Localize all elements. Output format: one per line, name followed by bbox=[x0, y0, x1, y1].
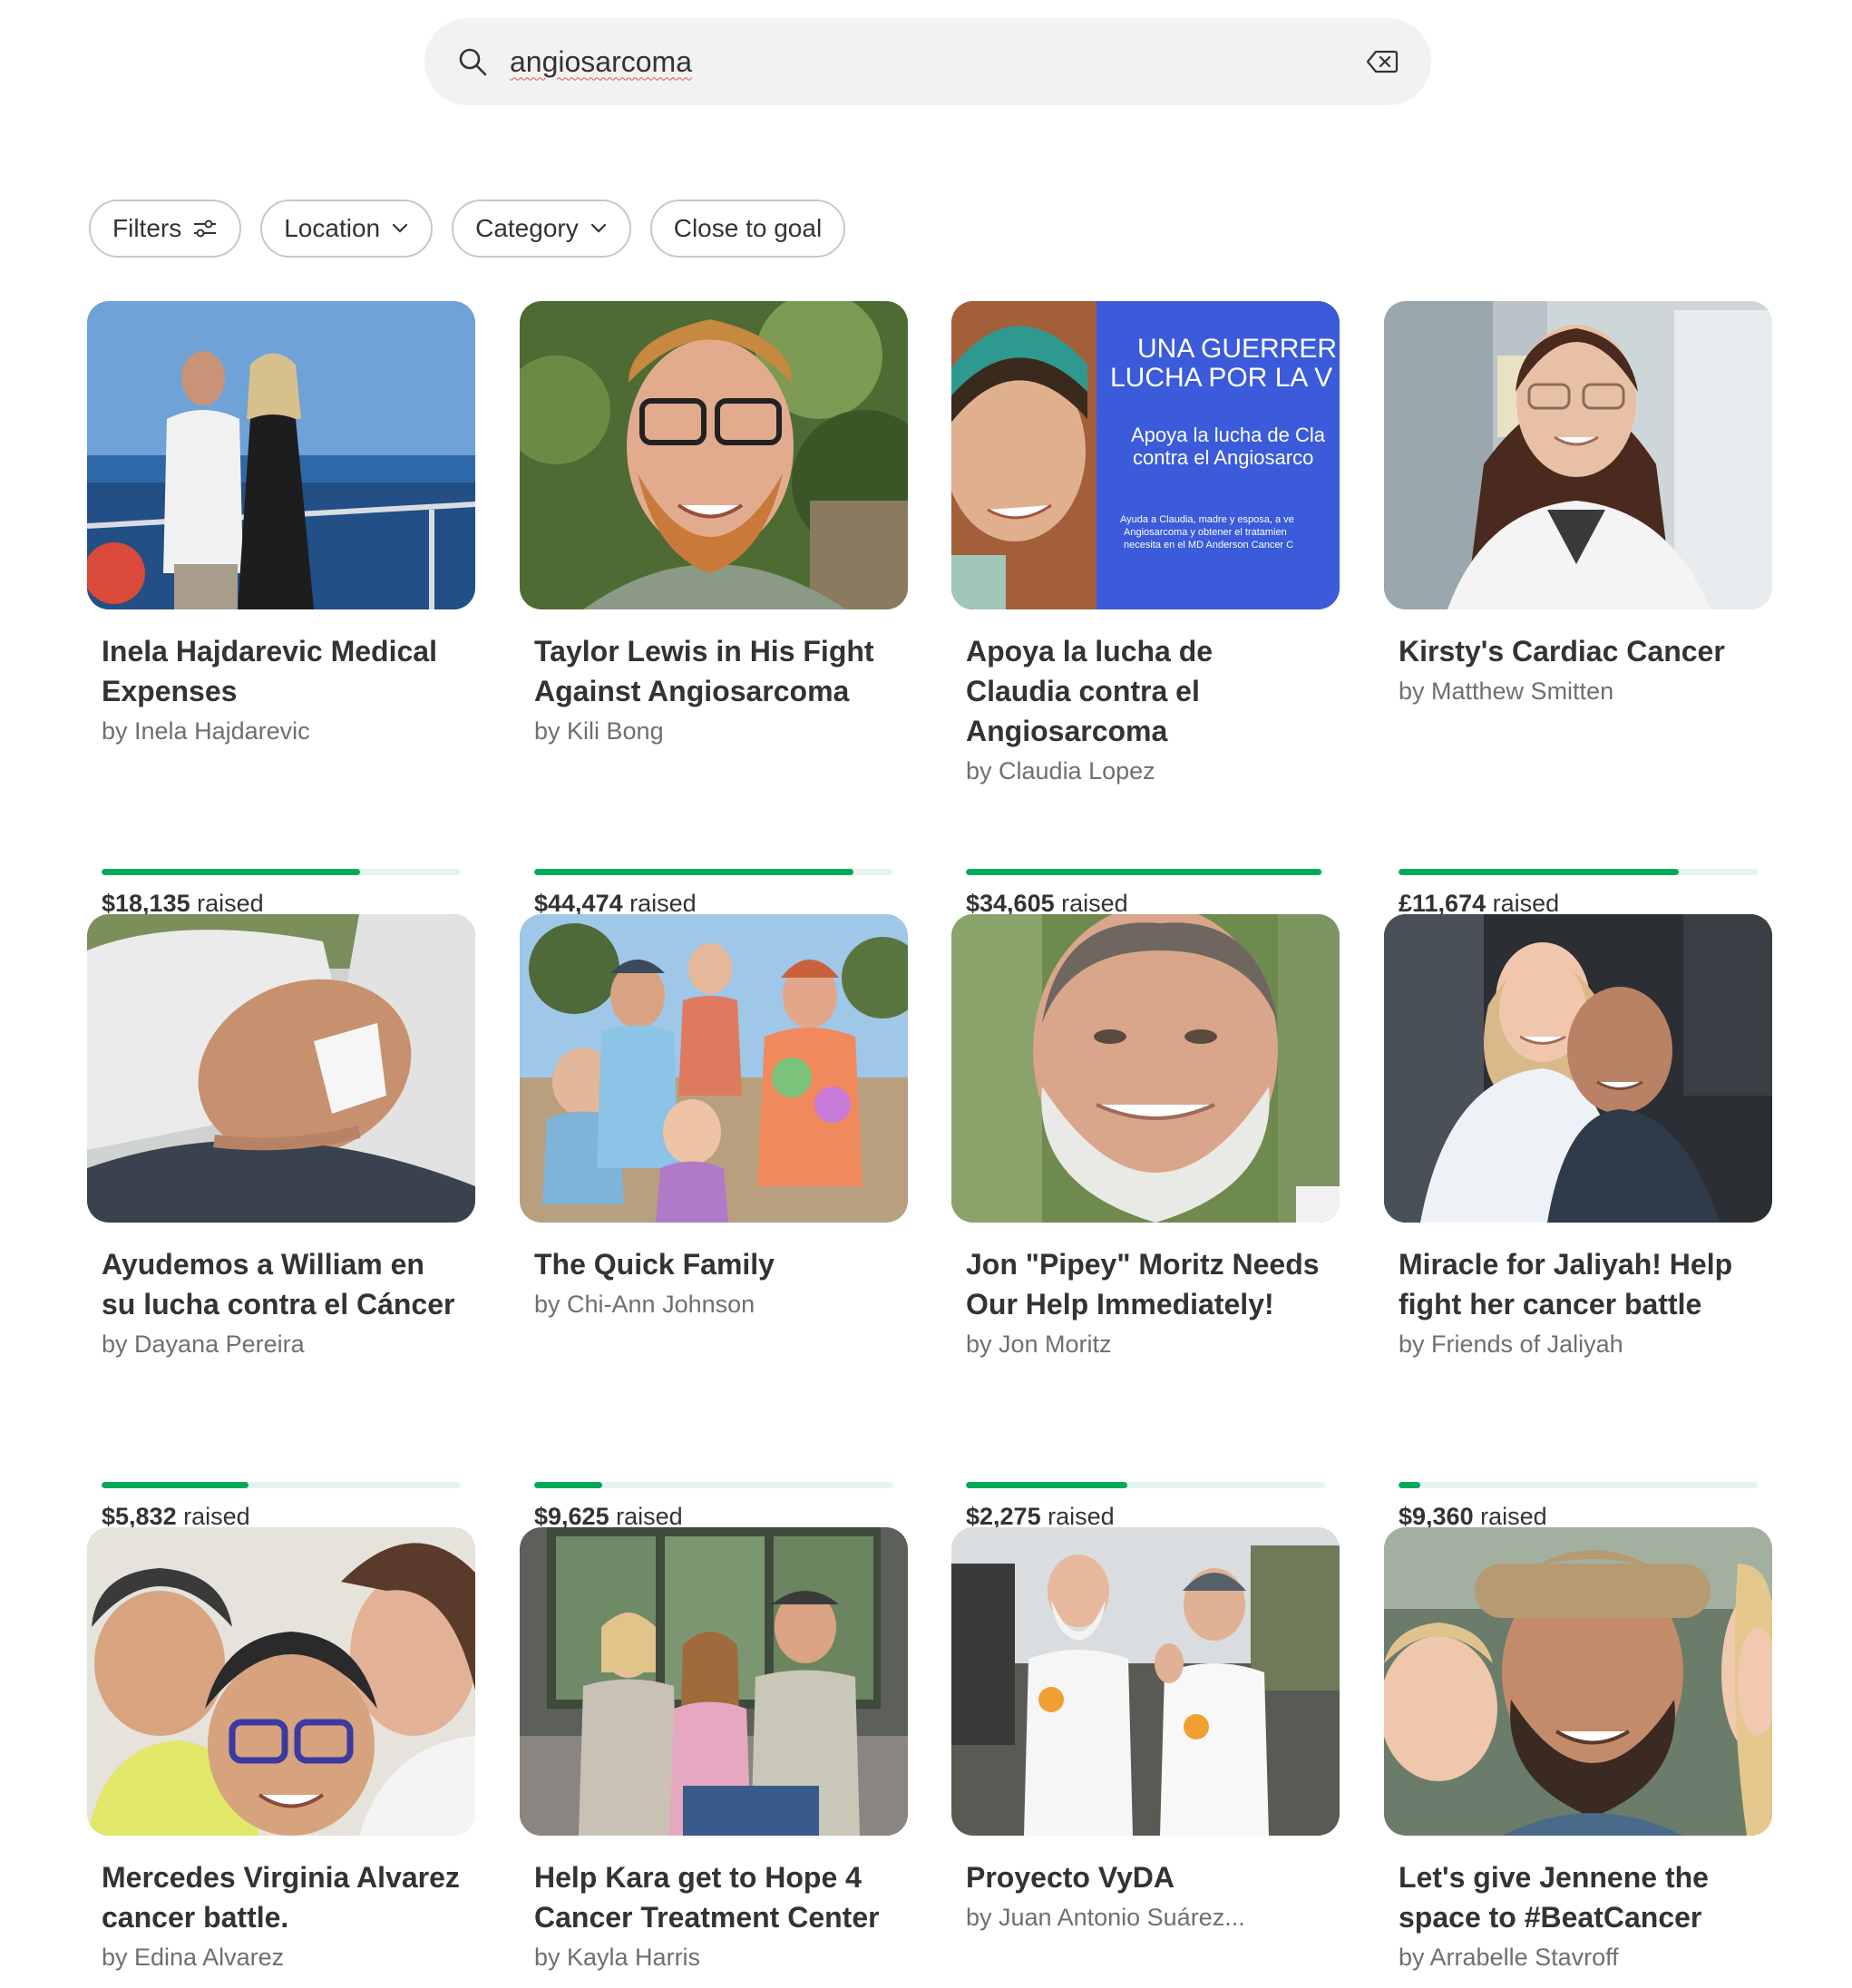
fundraiser-title[interactable]: Miracle for Jaliyah! Help fight her canc… bbox=[1399, 1244, 1758, 1324]
fundraiser-card[interactable]: Proyecto VyDA by Juan Antonio Suárez... bbox=[951, 1527, 1340, 1937]
fundraiser-organizer: by Kili Bong bbox=[534, 717, 664, 745]
fundraiser-image[interactable] bbox=[520, 301, 908, 609]
filters-label: Filters bbox=[112, 214, 182, 242]
image-overlay-text: Angiosarcoma y obtener el tratamien bbox=[1124, 527, 1287, 538]
fundraiser-card[interactable]: Kirsty's Cardiac Cancer by Matthew Smitt… bbox=[1384, 301, 1772, 917]
fundraiser-title[interactable]: Proyecto VyDA bbox=[966, 1857, 1325, 1897]
image-overlay-text: UNA GUERRER bbox=[1137, 334, 1337, 364]
progress-fill bbox=[966, 1482, 1128, 1488]
progress-bar bbox=[966, 869, 1325, 875]
progress-fill bbox=[102, 869, 361, 875]
fundraiser-organizer: by Matthew Smitten bbox=[1399, 677, 1614, 705]
search-bar[interactable]: angiosarcoma bbox=[424, 18, 1431, 105]
progress-bar bbox=[1399, 869, 1758, 875]
filter-bar: Filters Location Category Close to goal bbox=[89, 200, 846, 258]
fundraiser-title[interactable]: Mercedes Virginia Alvarez cancer battle. bbox=[102, 1857, 461, 1937]
fundraiser-card[interactable]: Inela Hajdarevic Medical Expenses by Ine… bbox=[87, 301, 475, 917]
search-input[interactable]: angiosarcoma bbox=[510, 45, 692, 79]
image-overlay-text: contra el Angiosarco bbox=[1133, 446, 1313, 469]
fundraiser-organizer: by Dayana Pereira bbox=[102, 1330, 305, 1358]
fundraiser-card[interactable]: UNA GUERRER LUCHA POR LA V Apoya la luch… bbox=[951, 301, 1340, 917]
fundraiser-card[interactable]: Ayudemos a William en su lucha contra el… bbox=[87, 914, 475, 1530]
progress-fill bbox=[534, 869, 854, 875]
fundraiser-card[interactable]: Mercedes Virginia Alvarez cancer battle.… bbox=[87, 1527, 475, 1977]
progress-bar bbox=[1399, 1482, 1758, 1488]
progress-fill bbox=[1399, 869, 1679, 875]
image-overlay-text: Ayuda a Claudia, madre y esposa, a ve bbox=[1120, 514, 1294, 525]
image-overlay-text: Apoya la lucha de Cla bbox=[1131, 424, 1326, 446]
fundraiser-title[interactable]: Inela Hajdarevic Medical Expenses bbox=[102, 631, 461, 711]
sliders-icon bbox=[194, 219, 217, 238]
fundraiser-card[interactable]: Let's give Jennene the space to #BeatCan… bbox=[1384, 1527, 1772, 1977]
close-to-goal-label: Close to goal bbox=[673, 214, 823, 242]
fundraiser-card[interactable]: Jon "Pipey" Moritz Needs Our Help Immedi… bbox=[951, 914, 1340, 1530]
progress-fill bbox=[1399, 1482, 1420, 1488]
progress-bar bbox=[102, 1482, 461, 1488]
fundraiser-title[interactable]: Apoya la lucha de Claudia contra el Angi… bbox=[966, 631, 1325, 751]
progress-fill bbox=[534, 1482, 603, 1488]
fundraiser-organizer: by Kayla Harris bbox=[534, 1944, 701, 1971]
fundraiser-organizer: by Chi-Ann Johnson bbox=[534, 1291, 755, 1318]
fundraiser-organizer: by Friends of Jaliyah bbox=[1399, 1330, 1623, 1358]
fundraiser-organizer: by Inela Hajdarevic bbox=[102, 717, 310, 745]
fundraiser-card[interactable]: The Quick Family by Chi-Ann Johnson $9,6… bbox=[520, 914, 908, 1530]
image-overlay-text: necesita en el MD Anderson Cancer C bbox=[1124, 540, 1293, 551]
fundraiser-title[interactable]: Ayudemos a William en su lucha contra el… bbox=[102, 1244, 461, 1324]
fundraiser-title[interactable]: Taylor Lewis in His Fight Against Angios… bbox=[534, 631, 893, 711]
fundraiser-image[interactable]: UNA GUERRER LUCHA POR LA V Apoya la luch… bbox=[951, 301, 1340, 609]
fundraiser-organizer: by Jon Moritz bbox=[966, 1330, 1112, 1358]
progress-fill bbox=[102, 1482, 249, 1488]
fundraiser-card[interactable]: Miracle for Jaliyah! Help fight her canc… bbox=[1384, 914, 1772, 1530]
search-results-page: angiosarcoma Filters Location Category C… bbox=[0, 0, 1852, 1988]
close-to-goal-button[interactable]: Close to goal bbox=[649, 200, 846, 258]
fundraiser-title[interactable]: Jon "Pipey" Moritz Needs Our Help Immedi… bbox=[966, 1244, 1325, 1324]
fundraiser-image[interactable] bbox=[1384, 301, 1772, 609]
clear-search-icon[interactable] bbox=[1366, 49, 1399, 74]
fundraiser-image[interactable] bbox=[87, 301, 475, 609]
progress-fill bbox=[966, 869, 1322, 875]
fundraiser-organizer: by Juan Antonio Suárez... bbox=[966, 1904, 1245, 1931]
chevron-down-icon bbox=[393, 223, 408, 233]
progress-bar bbox=[102, 869, 461, 875]
fundraiser-organizer: by Edina Alvarez bbox=[102, 1944, 285, 1971]
location-dropdown[interactable]: Location bbox=[260, 200, 434, 258]
progress-bar bbox=[534, 869, 893, 875]
fundraiser-title[interactable]: Kirsty's Cardiac Cancer bbox=[1399, 631, 1758, 671]
progress-bar bbox=[534, 1482, 893, 1488]
progress-bar bbox=[966, 1482, 1325, 1488]
fundraiser-image[interactable] bbox=[520, 914, 908, 1223]
fundraiser-image[interactable] bbox=[1384, 1527, 1772, 1836]
fundraiser-image[interactable] bbox=[951, 1527, 1340, 1836]
fundraiser-image[interactable] bbox=[1384, 914, 1772, 1223]
fundraiser-card[interactable]: Taylor Lewis in His Fight Against Angios… bbox=[520, 301, 908, 917]
fundraiser-image[interactable] bbox=[951, 914, 1340, 1223]
fundraiser-organizer: by Claudia Lopez bbox=[966, 757, 1155, 784]
fundraiser-organizer: by Arrabelle Stavroff bbox=[1399, 1944, 1619, 1971]
fundraiser-title[interactable]: The Quick Family bbox=[534, 1244, 893, 1284]
category-label: Category bbox=[475, 214, 579, 242]
search-icon bbox=[459, 48, 487, 76]
fundraiser-card[interactable]: Help Kara get to Hope 4 Cancer Treatment… bbox=[520, 1527, 908, 1977]
location-label: Location bbox=[284, 214, 381, 242]
chevron-down-icon bbox=[590, 223, 606, 233]
category-dropdown[interactable]: Category bbox=[452, 200, 631, 258]
fundraiser-title[interactable]: Help Kara get to Hope 4 Cancer Treatment… bbox=[534, 1857, 893, 1937]
fundraiser-image[interactable] bbox=[520, 1527, 908, 1836]
fundraiser-image[interactable] bbox=[87, 1527, 475, 1836]
fundraiser-title[interactable]: Let's give Jennene the space to #BeatCan… bbox=[1399, 1857, 1758, 1937]
filters-button[interactable]: Filters bbox=[89, 200, 242, 258]
image-overlay-text: LUCHA POR LA V bbox=[1110, 363, 1332, 393]
fundraiser-image[interactable] bbox=[87, 914, 475, 1223]
